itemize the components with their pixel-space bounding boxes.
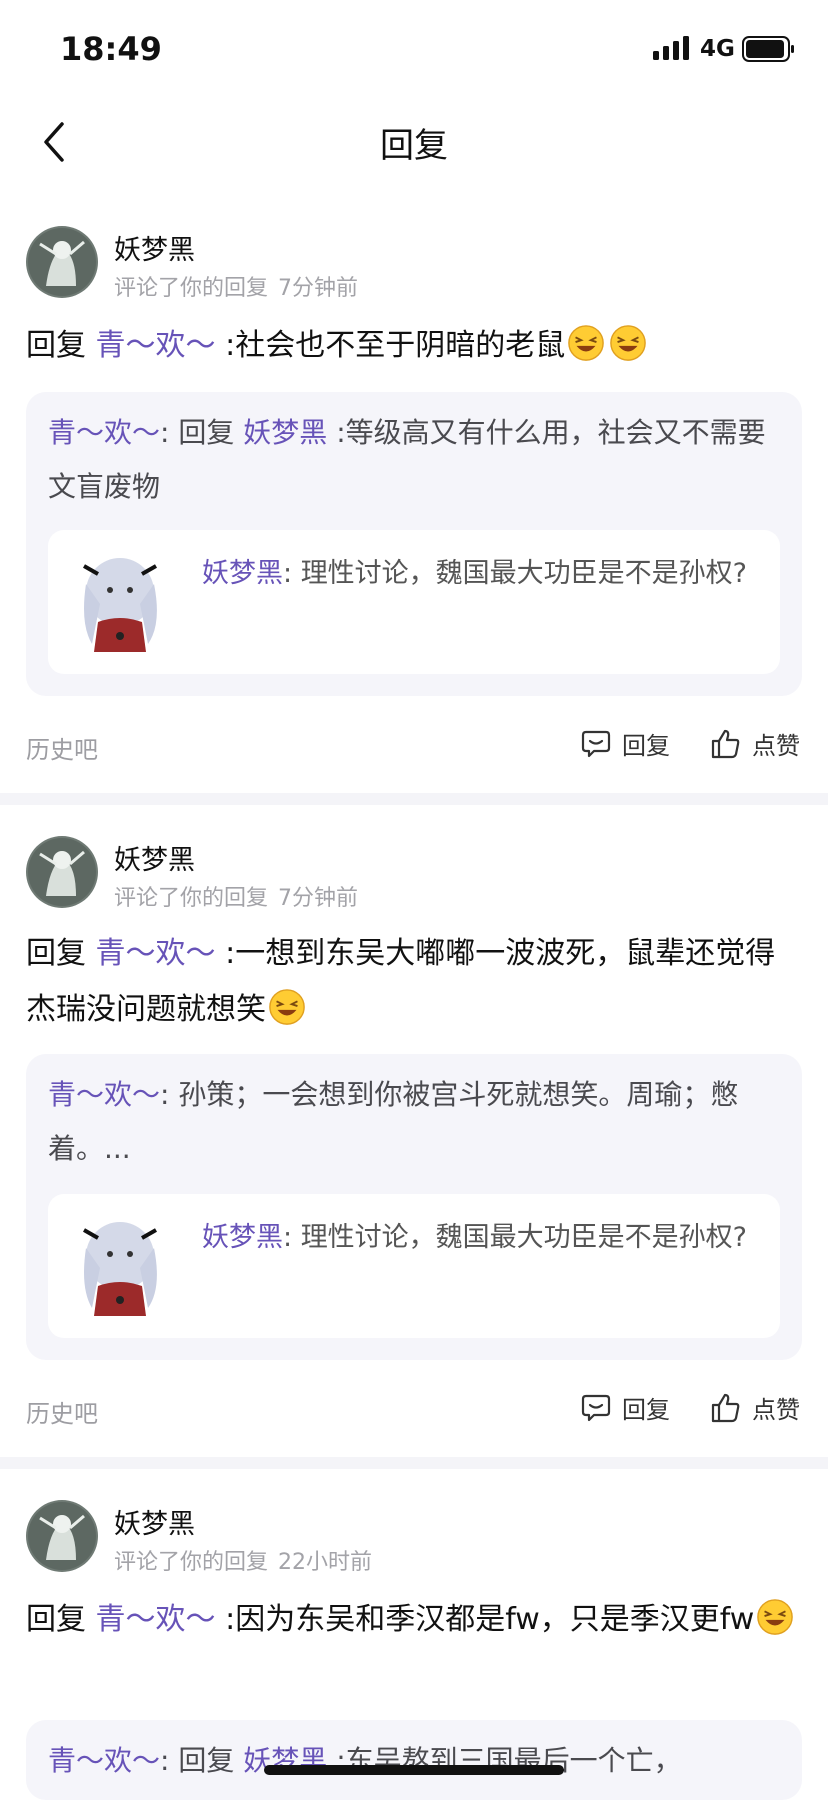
section-divider bbox=[0, 793, 828, 805]
status-time: 18:49 bbox=[60, 30, 162, 68]
signal-icon bbox=[653, 36, 689, 60]
username[interactable]: 妖梦黑 bbox=[114, 1502, 195, 1541]
forum-source[interactable]: 历史吧 bbox=[26, 730, 98, 765]
reply-button[interactable]: 回复 bbox=[580, 1390, 670, 1425]
comment-body: :因为东吴和季汉都是fw，只是季汉更fw bbox=[225, 1602, 755, 1637]
quoted-reply[interactable]: 青～欢～: 回复 妖梦黑 :东吴熬到三国最后一个亡， bbox=[26, 1720, 802, 1800]
post-author[interactable]: 妖梦黑 bbox=[202, 1222, 283, 1253]
reply-to-user[interactable]: 青～欢～ bbox=[96, 328, 216, 363]
like-button[interactable]: 点赞 bbox=[710, 726, 800, 761]
thumbs-up-icon bbox=[711, 1393, 740, 1422]
quote-reply-prefix: 回复 bbox=[178, 416, 235, 449]
laughing-emoji-icon bbox=[568, 325, 605, 361]
comment-meta: 评论了你的回复 22小时前 bbox=[114, 1544, 372, 1576]
quote-author[interactable]: 青～欢～ bbox=[48, 1078, 160, 1111]
time-ago: 7分钟前 bbox=[278, 276, 359, 301]
reply-button[interactable]: 回复 bbox=[580, 726, 670, 761]
post-body: 理性讨论，魏国最大功臣是不是孙权? bbox=[300, 558, 748, 589]
laughing-emoji-icon bbox=[269, 989, 305, 1025]
original-post[interactable]: 妖梦黑: 理性讨论，魏国最大功臣是不是孙权? bbox=[48, 530, 780, 674]
quote-reply-to[interactable]: 妖梦黑 bbox=[243, 416, 327, 449]
comment-footer: 历史吧 回复 点赞 bbox=[26, 726, 802, 766]
username[interactable]: 妖梦黑 bbox=[114, 838, 195, 877]
page-title: 回复 bbox=[380, 126, 448, 166]
comment-text[interactable]: 回复 青～欢～ :一想到东吴大嘟嘟一波波死，鼠辈还觉得杰瑞没问题就想笑 bbox=[26, 926, 802, 1038]
time-ago: 7分钟前 bbox=[278, 886, 359, 911]
comment-text[interactable]: 回复 青～欢～ :因为东吴和季汉都是fw，只是季汉更fw bbox=[26, 1592, 802, 1648]
post-thumbnail-image bbox=[83, 558, 157, 652]
username[interactable]: 妖梦黑 bbox=[114, 228, 195, 267]
section-divider bbox=[0, 1457, 828, 1469]
like-button[interactable]: 点赞 bbox=[710, 1390, 800, 1425]
quote-author[interactable]: 青～欢～ bbox=[48, 1744, 160, 1777]
reply-to-user[interactable]: 青～欢～ bbox=[96, 936, 216, 971]
reply-prefix: 回复 bbox=[26, 936, 86, 971]
avatar[interactable] bbox=[26, 836, 98, 908]
post-thumbnail-image bbox=[83, 1222, 157, 1316]
reply-to-user[interactable]: 青～欢～ bbox=[96, 1602, 216, 1637]
comment-bubble-icon bbox=[581, 1394, 611, 1421]
quote-text: 青～欢～: 孙策；一会想到你被宫斗死就想笑。周瑜；憋着。... bbox=[48, 1078, 739, 1165]
comment-body: :社会也不至于阴暗的老鼠 bbox=[225, 328, 566, 363]
nav-bar: 回复 bbox=[0, 100, 828, 180]
like-label: 点赞 bbox=[752, 732, 800, 760]
post-author[interactable]: 妖梦黑 bbox=[202, 558, 283, 589]
comment-text[interactable]: 回复 青～欢～ :社会也不至于阴暗的老鼠 bbox=[26, 318, 802, 374]
quote-text: 青～欢～: 回复 妖梦黑 :东吴熬到三国最后一个亡， bbox=[48, 1744, 682, 1777]
action-text: 评论了你的回复 bbox=[114, 1550, 269, 1575]
quote-reply-prefix: 回复 bbox=[178, 1744, 235, 1777]
avatar[interactable] bbox=[26, 226, 98, 298]
like-label: 点赞 bbox=[752, 1396, 800, 1424]
comment-footer: 历史吧 回复 点赞 bbox=[26, 1390, 802, 1430]
status-bar: 18:49 4G bbox=[0, 0, 828, 100]
comment-meta: 评论了你的回复 7分钟前 bbox=[114, 880, 358, 912]
battery-icon bbox=[742, 36, 794, 62]
quote-author[interactable]: 青～欢～ bbox=[48, 416, 160, 449]
quoted-reply[interactable]: 青～欢～: 回复 妖梦黑 :等级高又有什么用，社会又不需要文盲废物 妖梦黑: 理… bbox=[26, 392, 802, 696]
action-text: 评论了你的回复 bbox=[114, 276, 269, 301]
thumbs-up-icon bbox=[711, 729, 740, 758]
reply-prefix: 回复 bbox=[26, 1602, 86, 1637]
quote-text: 青～欢～: 回复 妖梦黑 :等级高又有什么用，社会又不需要文盲废物 bbox=[48, 416, 766, 503]
home-indicator[interactable] bbox=[264, 1765, 564, 1775]
original-post-text: 妖梦黑: 理性讨论，魏国最大功臣是不是孙权? bbox=[202, 558, 748, 589]
laughing-emoji-icon bbox=[757, 1599, 794, 1635]
original-post[interactable]: 妖梦黑: 理性讨论，魏国最大功臣是不是孙权? bbox=[48, 1194, 780, 1338]
reply-label: 回复 bbox=[622, 1396, 670, 1424]
reply-prefix: 回复 bbox=[26, 328, 86, 363]
quoted-reply[interactable]: 青～欢～: 孙策；一会想到你被宫斗死就想笑。周瑜；憋着。... 妖梦黑: 理性讨… bbox=[26, 1054, 802, 1360]
forum-source[interactable]: 历史吧 bbox=[26, 1394, 98, 1429]
avatar[interactable] bbox=[26, 1500, 98, 1572]
network-label: 4G bbox=[700, 36, 735, 62]
original-post-text: 妖梦黑: 理性讨论，魏国最大功臣是不是孙权? bbox=[202, 1222, 748, 1253]
laughing-emoji-icon bbox=[610, 325, 647, 361]
post-body: 理性讨论，魏国最大功臣是不是孙权? bbox=[300, 1222, 748, 1253]
reply-label: 回复 bbox=[622, 732, 670, 760]
comment-meta: 评论了你的回复 7分钟前 bbox=[114, 270, 358, 302]
comment-bubble-icon bbox=[581, 730, 611, 757]
action-text: 评论了你的回复 bbox=[114, 886, 269, 911]
time-ago: 22小时前 bbox=[278, 1550, 373, 1575]
